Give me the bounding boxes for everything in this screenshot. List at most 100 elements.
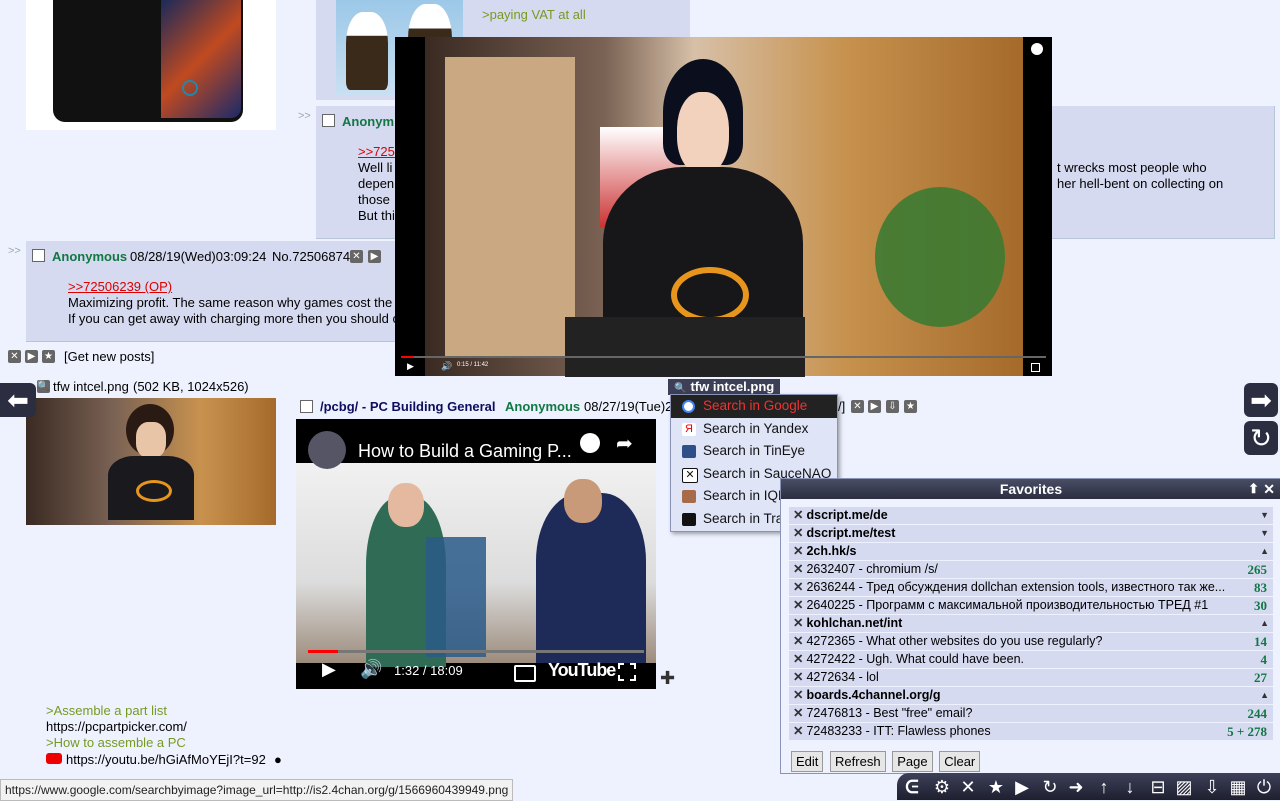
remove-icon: ✕ — [793, 508, 804, 522]
info-icon[interactable] — [1031, 43, 1043, 55]
settings-icon[interactable]: ⚙ — [931, 776, 953, 798]
favorites-thread[interactable]: ✕ 2636244 - Тред обсуждения dollchan exte… — [789, 579, 1273, 597]
favorites-icon[interactable]: ★ — [985, 776, 1007, 798]
progress-bar[interactable] — [308, 650, 644, 653]
thread-checkbox[interactable] — [300, 400, 313, 413]
play-icon[interactable]: ▶ — [407, 361, 414, 372]
favorites-thread[interactable]: ✕ 2632407 - chromium /s/265 — [789, 561, 1273, 579]
fullscreen-icon[interactable] — [618, 663, 636, 681]
clear-button[interactable]: Clear — [939, 751, 981, 772]
video-popup[interactable]: ▶ 🔊 0:15 / 11:42 — [395, 37, 1052, 377]
expand-icon: ▲ — [1260, 690, 1269, 700]
video-frame — [296, 463, 656, 667]
prev-arrow-icon[interactable]: ⬅ — [0, 383, 36, 417]
favorites-thread[interactable]: ✕ 72476813 - Best "free" email? 244 — [789, 705, 1273, 723]
file-info: (502 KB, 1024x526) — [133, 379, 249, 394]
watch-later-icon[interactable] — [580, 433, 600, 453]
refresh-arrow-icon[interactable]: ↻ — [1244, 421, 1278, 455]
dollchan-logo-icon[interactable]: ᕮ — [901, 776, 923, 798]
close-icon[interactable]: ✕ — [1263, 479, 1275, 499]
favorites-thread[interactable]: ✕ 4272422 - Ugh. What could have been. 4 — [789, 651, 1273, 669]
pin-icon[interactable]: ⬆ — [1248, 479, 1259, 499]
scroll-up-icon[interactable]: ↑ — [1093, 776, 1115, 798]
video-icon[interactable]: ▶ — [1011, 776, 1033, 798]
favorites-host[interactable]: ✕ boards.4channel.org/g ▲ — [789, 687, 1273, 705]
menu-search-yandex[interactable]: Я Search in Yandex — [671, 418, 837, 441]
phone-image[interactable] — [26, 0, 276, 130]
refresh-icon[interactable]: ↻ — [1039, 776, 1061, 798]
play-icon[interactable]: ▶ — [322, 659, 336, 680]
thumbnail-image[interactable] — [26, 398, 276, 525]
power-icon[interactable]: ⏻ — [1253, 776, 1275, 798]
favorites-host[interactable]: ✕ 2ch.hk/s ▲ — [789, 543, 1273, 561]
download-icon[interactable]: ⇩ — [1201, 776, 1223, 798]
star-icon[interactable]: ★ — [42, 350, 55, 363]
remove-icon: ✕ — [793, 706, 804, 720]
star-icon[interactable]: ★ — [904, 400, 917, 413]
post-datetime: 08/28/19(Wed)03:09:24 — [130, 249, 267, 264]
hide-icon[interactable]: ✕ — [851, 400, 864, 413]
edit-button[interactable]: Edit — [791, 751, 824, 772]
fullscreen-icon[interactable] — [1031, 363, 1040, 372]
menu-search-google[interactable]: Search in Google — [671, 395, 837, 418]
youtube-logo[interactable]: YouTube — [548, 660, 616, 681]
remove-icon: ✕ — [793, 562, 804, 576]
quote-link[interactable]: >>725 — [358, 144, 395, 159]
file-name-link[interactable]: tfw intcel.png — [53, 379, 129, 394]
popup-progress[interactable] — [401, 356, 1046, 358]
refresh-button[interactable]: Refresh — [830, 751, 886, 772]
hidden-icon[interactable]: ✕ — [957, 776, 979, 798]
post-checkbox[interactable] — [32, 249, 45, 262]
scroll-down-icon[interactable]: ↓ — [1119, 776, 1141, 798]
video-title[interactable]: How to Build a Gaming P... — [358, 441, 572, 462]
favorites-host[interactable]: ✕ dscript.me/test ▼ — [789, 525, 1273, 543]
expand-icon[interactable]: ▶ — [368, 250, 381, 263]
hide-icon[interactable]: ✕ — [350, 250, 363, 263]
next-arrow-icon[interactable]: ➡ — [1244, 383, 1278, 417]
channel-avatar[interactable] — [308, 431, 346, 469]
quote-link[interactable]: >>72506239 (OP) — [68, 279, 172, 294]
favorites-thread[interactable]: ✕ 4272634 - lol 27 — [789, 669, 1273, 687]
catalog-icon[interactable]: ▦ — [1227, 776, 1249, 798]
thread-poster-name: Anonymous — [505, 399, 581, 414]
remove-icon: ✕ — [793, 670, 804, 684]
post-text-line: her hell-bent on collecting on — [1057, 176, 1224, 191]
goto-icon[interactable]: ➜ — [1065, 776, 1087, 798]
close-icon[interactable]: ✕ — [8, 350, 21, 363]
page-button[interactable]: Page — [892, 751, 933, 772]
tineye-icon — [682, 445, 696, 458]
context-menu-title: 🔍 tfw intcel.png — [668, 379, 780, 395]
favorites-thread[interactable]: ✕ 2640225 - Программ с максимальной произ… — [789, 597, 1273, 615]
post-text-line: Maximizing profit. The same reason why g… — [68, 295, 393, 310]
search-icon[interactable]: 🔍 — [37, 380, 50, 393]
context-menu-file-name: tfw intcel.png — [690, 379, 775, 394]
favorites-host[interactable]: ✕ kohlchan.net/int ▲ — [789, 615, 1273, 633]
post-checkbox[interactable] — [322, 114, 335, 127]
subtitles-icon[interactable] — [514, 665, 536, 682]
get-new-posts-link[interactable]: [Get new posts] — [64, 349, 154, 364]
volume-icon[interactable]: 🔊 — [441, 361, 452, 372]
expand-icon[interactable]: ▶ — [868, 400, 881, 413]
yandex-icon: Я — [682, 422, 696, 436]
remove-icon: ✕ — [793, 634, 804, 648]
remove-icon: ✕ — [793, 544, 804, 558]
favorites-thread[interactable]: ✕ 4272365 - What other websites do you us… — [789, 633, 1273, 651]
youtube-link[interactable]: https://youtu.be/hGiAfMoYEjI?t=92 — [66, 752, 266, 767]
share-icon[interactable]: ➦ — [616, 431, 633, 456]
link-text[interactable]: https://pcpartpicker.com/ — [46, 719, 187, 734]
expand-images-icon[interactable]: ⊟ — [1147, 776, 1169, 798]
status-bar-url: https://www.google.com/searchbyimage?ima… — [0, 779, 514, 801]
menu-search-tineye[interactable]: Search in TinEye — [671, 440, 837, 463]
expand-icon: ▲ — [1260, 546, 1269, 556]
post-number[interactable]: No.72506874 — [272, 249, 350, 264]
remove-icon: ✕ — [793, 652, 804, 666]
favorites-host[interactable]: ✕ dscript.me/de ▼ — [789, 507, 1273, 525]
volume-icon[interactable]: 🔊 — [360, 659, 382, 680]
download-icon[interactable]: ⇩ — [886, 400, 899, 413]
mask-images-icon[interactable]: ▨ — [1173, 776, 1195, 798]
youtube-embed[interactable]: How to Build a Gaming P... ➦ ▶ 🔊 1:32 / … — [296, 419, 656, 689]
favorites-header[interactable]: Favorites ⬆ ✕ — [781, 479, 1280, 499]
expand-cross-icon[interactable]: ✚ — [660, 668, 675, 689]
favorites-thread[interactable]: ✕ 72483233 - ITT: Flawless phones 5 + 278 — [789, 723, 1273, 741]
play-icon[interactable]: ▶ — [25, 350, 38, 363]
